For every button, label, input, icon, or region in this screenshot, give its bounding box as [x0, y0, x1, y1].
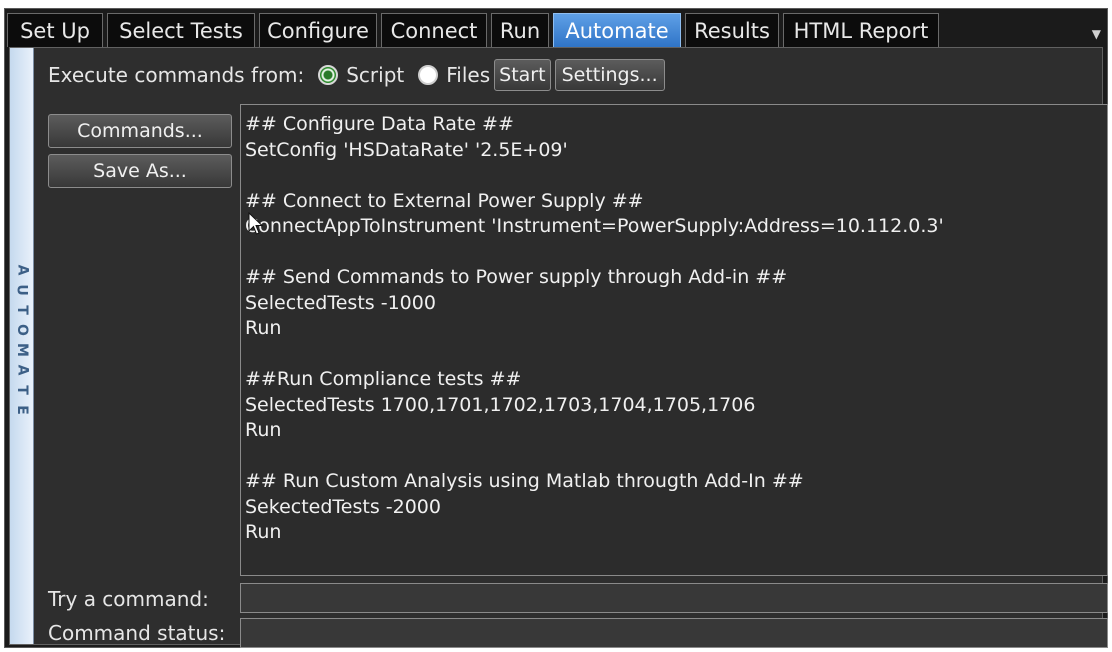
radio-unselected-icon[interactable]: [418, 65, 439, 85]
mouse-pointer-icon: [248, 212, 264, 235]
command-status-label: Command status:: [48, 621, 226, 645]
side-tab-letter: A: [14, 264, 30, 276]
commands-button[interactable]: Commands...: [48, 114, 232, 148]
command-status-field: [240, 618, 1108, 648]
script-line: ConnectAppToInstrument 'Instrument=Power…: [245, 215, 944, 237]
tab-automate[interactable]: Automate: [553, 13, 681, 47]
side-tab-label: A U T O M A T E: [10, 260, 34, 420]
side-tab-letter: E: [13, 405, 30, 415]
script-line: [245, 444, 1103, 470]
script-line: ## Configure Data Rate ##: [245, 113, 514, 135]
tab-results[interactable]: Results: [685, 13, 779, 47]
tab-select-tests[interactable]: Select Tests: [107, 13, 255, 47]
script-editor[interactable]: ## Configure Data Rate ## SetConfig 'HSDa…: [240, 104, 1108, 576]
side-tab-letter: O: [14, 324, 30, 336]
files-radio-label[interactable]: Files: [446, 63, 490, 87]
execute-label: Execute commands from:: [48, 63, 305, 87]
script-line: SelectedTests -1000: [245, 291, 436, 314]
side-tab-letter: A: [14, 364, 30, 376]
script-line: ## Send Commands to Power supply through…: [245, 266, 788, 288]
script-line: SekectedTests -2000: [245, 495, 441, 518]
side-tab-letter: U: [14, 284, 30, 296]
app-window: Set Up Select Tests Configure Connect Ru…: [4, 8, 1108, 648]
script-line: [245, 342, 1103, 368]
script-line: Run: [245, 419, 282, 441]
script-line: [245, 240, 1103, 266]
script-radio-label[interactable]: Script: [346, 63, 404, 87]
automate-panel: A U T O M A T E Execute commands from: S…: [9, 47, 1108, 648]
side-tab-letter: M: [14, 343, 30, 357]
automate-side-tab[interactable]: A U T O M A T E: [10, 48, 34, 644]
save-as-button[interactable]: Save As...: [48, 154, 232, 188]
settings-button[interactable]: Settings...: [554, 59, 665, 91]
script-line: SetConfig 'HSDataRate' '2.5E+09': [245, 138, 568, 161]
side-tab-letter: T: [14, 385, 30, 395]
tab-configure[interactable]: Configure: [259, 13, 377, 47]
script-line: ##Run Compliance tests ##: [245, 368, 522, 390]
script-line: SelectedTests 1700,1701,1702,1703,1704,1…: [245, 393, 756, 416]
side-tab-letter: T: [14, 305, 30, 315]
script-line: [245, 163, 1103, 189]
script-line: ## Connect to External Power Supply ##: [245, 189, 644, 212]
execute-source-row: Execute commands from: Script Files Star…: [48, 59, 665, 91]
tab-bar: Set Up Select Tests Configure Connect Ru…: [5, 9, 1107, 47]
tab-connect[interactable]: Connect: [381, 13, 487, 47]
try-command-label: Try a command:: [48, 587, 209, 611]
script-line: ## Run Custom Analysis using Matlab thro…: [245, 470, 804, 492]
start-button[interactable]: Start: [494, 59, 551, 91]
script-line: Run: [245, 317, 282, 339]
radio-selected-icon[interactable]: [318, 65, 339, 85]
tab-run[interactable]: Run: [491, 13, 549, 47]
tab-html-report[interactable]: HTML Report: [783, 13, 939, 47]
try-command-input[interactable]: [240, 583, 1108, 613]
script-line: Run: [245, 521, 282, 543]
chevron-down-icon[interactable]: ▼: [1092, 27, 1101, 41]
tab-set-up[interactable]: Set Up: [7, 13, 103, 47]
